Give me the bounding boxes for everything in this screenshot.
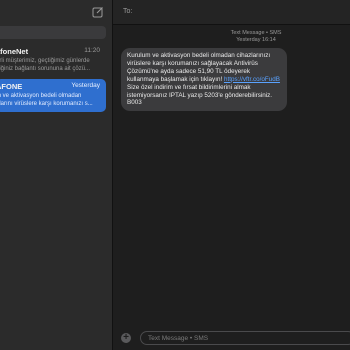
message-text: Size özel indirim ve fırsat bildirimleri… [127,83,273,107]
message-input[interactable] [140,331,350,345]
message-timestamp: Text Message • SMS Yesterday 16:14 [197,30,315,44]
to-label: To: [123,8,133,15]
conversation-preview: nlarını virüslere karşı korumanızı s... [0,101,93,107]
conversation-item[interactable]: afoneNet 11:20 erli müşterimiz, geçtiğim… [0,44,106,74]
conversation-preview: diğiniz bağlantı sorununa ait çözü... [0,66,91,72]
sidebar: afoneNet 11:20 erli müşterimiz, geçtiğim… [0,0,112,350]
message-link[interactable]: https://vftr.co/oFudB [224,76,280,83]
conversation-name: afoneNet [0,47,29,56]
plus-icon[interactable]: + [121,333,131,343]
conversation-time: 11:20 [84,47,100,54]
conversation-item-selected[interactable]: AFONE Yesterday m ve aktivasyon bedeli o… [0,79,106,112]
message-bubble: Kurulum ve aktivasyon bedeli olmadan cih… [121,48,287,112]
search-field[interactable] [0,26,106,39]
conversation-pane: To: Text Message • SMS Yesterday 16:14 K… [113,0,350,350]
conversation-name: AFONE [0,82,23,91]
message-date-label: Yesterday 16:14 [236,37,276,43]
compose-icon[interactable] [92,5,104,18]
composer: + [113,324,350,350]
conversation-preview: erli müşterimiz, geçtiğimiz günlerde [0,58,90,64]
recipient-header: To: [113,0,350,25]
conversation-preview: m ve aktivasyon bedeli olmadan [0,93,82,99]
conversation-time: Yesterday [71,82,100,89]
message-service-label: Text Message • SMS [230,30,282,36]
